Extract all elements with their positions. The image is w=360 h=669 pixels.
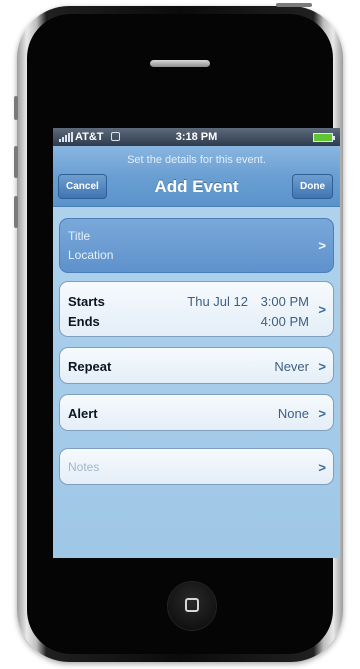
chevron-right-icon: > bbox=[318, 302, 326, 317]
chevron-right-icon: > bbox=[318, 406, 326, 421]
repeat-label: Repeat bbox=[68, 359, 112, 374]
volume-down-button bbox=[14, 196, 18, 228]
volume-up-button bbox=[14, 146, 18, 178]
done-button[interactable]: Done bbox=[292, 174, 333, 199]
home-button-icon bbox=[185, 598, 199, 612]
alert-value: None bbox=[277, 406, 309, 421]
home-button[interactable] bbox=[167, 581, 217, 631]
chevron-right-icon: > bbox=[318, 460, 326, 475]
dates-field[interactable]: Starts Ends Thu Jul 12 3:00 PM 4:00 PM > bbox=[59, 281, 334, 337]
nav-bar: Set the details for this event. Cancel A… bbox=[53, 146, 340, 207]
earpiece-speaker bbox=[150, 60, 210, 67]
sleep-button bbox=[276, 3, 312, 7]
battery-icon bbox=[313, 133, 335, 142]
nav-prompt: Set the details for this event. bbox=[127, 154, 266, 166]
screen: AT&T 3:18 PM Set the details for this ev… bbox=[53, 128, 340, 558]
status-bar: AT&T 3:18 PM bbox=[53, 128, 340, 146]
repeat-value: Never bbox=[274, 359, 309, 374]
notes-placeholder: Notes bbox=[68, 460, 100, 474]
start-time: 3:00 PM bbox=[260, 294, 309, 309]
alert-label: Alert bbox=[68, 406, 98, 421]
notes-field[interactable]: Notes > bbox=[59, 448, 334, 485]
repeat-field[interactable]: Repeat Never > bbox=[59, 347, 334, 384]
title-placeholder: Title bbox=[68, 229, 91, 243]
starts-label: Starts bbox=[68, 294, 105, 309]
location-placeholder: Location bbox=[68, 248, 114, 262]
chevron-right-icon: > bbox=[318, 359, 326, 374]
ends-label: Ends bbox=[68, 314, 100, 329]
start-date: Thu Jul 12 bbox=[187, 294, 248, 309]
status-time: 3:18 PM bbox=[175, 131, 218, 143]
silent-switch bbox=[14, 96, 18, 120]
alert-field[interactable]: Alert None > bbox=[59, 394, 334, 431]
chevron-right-icon: > bbox=[318, 238, 326, 253]
title-location-field[interactable]: Title Location > bbox=[59, 218, 334, 273]
end-time: 4:00 PM bbox=[260, 314, 309, 329]
